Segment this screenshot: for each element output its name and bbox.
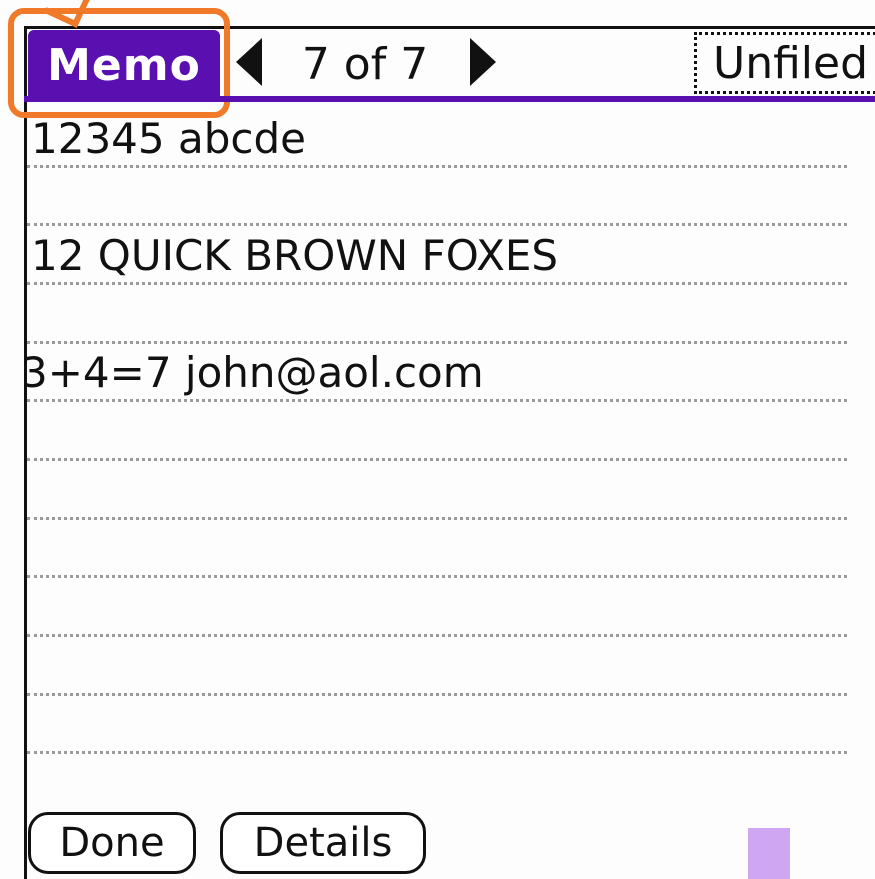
status-indicator [748, 828, 790, 879]
memo-line [27, 696, 847, 754]
memo-line: 12 QUICK BROWN FOXES [27, 227, 847, 285]
memo-line [27, 579, 847, 637]
memo-line [27, 403, 847, 461]
app-title: Memo [47, 39, 201, 91]
details-button[interactable]: Details [220, 812, 426, 874]
memo-line [27, 168, 847, 226]
memo-line [27, 286, 847, 344]
memo-line-text: 12345 abcde [31, 114, 306, 163]
highlight-annotation-tail [44, 0, 92, 28]
right-arrow-icon[interactable] [470, 38, 496, 86]
category-picker[interactable]: Unfiled [694, 32, 875, 94]
memo-line [27, 638, 847, 696]
memo-line: 3+4=7 john@aol.com [21, 344, 847, 402]
memo-line [27, 462, 847, 520]
memo-line [27, 520, 847, 578]
memo-title-tab[interactable]: Memo [28, 30, 220, 100]
memo-line: 12345 abcde [27, 110, 847, 168]
memo-screen: Memo 7 of 7 Unfiled 12345 abcde 12 QUICK… [0, 0, 875, 879]
category-label: Unfiled [713, 37, 869, 89]
title-underline [24, 96, 875, 102]
done-button[interactable]: Done [28, 812, 196, 874]
page-counter: 7 of 7 [301, 38, 429, 90]
left-arrow-icon[interactable] [236, 38, 262, 86]
memo-line-text: 3+4=7 john@aol.com [21, 348, 484, 397]
memo-line-text: 12 QUICK BROWN FOXES [31, 231, 559, 280]
memo-text-area[interactable]: 12345 abcde 12 QUICK BROWN FOXES 3+4=7 j… [21, 110, 847, 770]
title-bar-border [24, 26, 875, 29]
